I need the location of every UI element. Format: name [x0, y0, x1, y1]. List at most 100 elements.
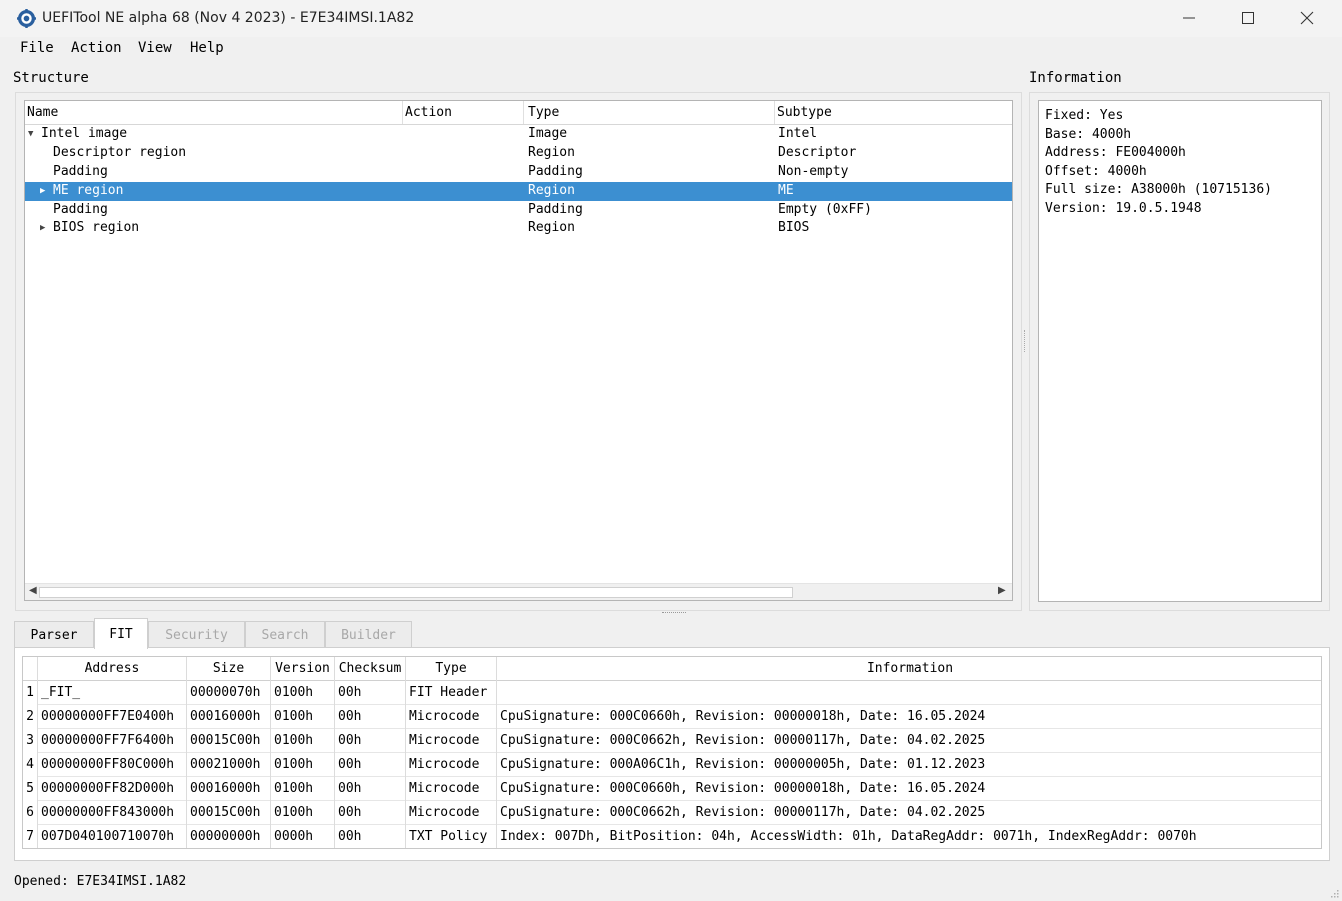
gear-icon	[17, 9, 36, 28]
cell-version: 0100h	[271, 801, 335, 825]
cell-address: 00000000FF82D000h	[38, 777, 187, 801]
tree-row-padding[interactable]: Padding Padding Empty (0xFF)	[25, 201, 1012, 220]
collapsed-arrow-icon[interactable]: ▶	[40, 219, 45, 237]
row-number: 1	[23, 681, 38, 705]
fit-table-header: Address Size Version Checksum Type Infor…	[23, 657, 1321, 681]
cell-address: 00000000FF7F6400h	[38, 729, 187, 753]
tree-row-descriptor-region[interactable]: Descriptor region Region Descriptor	[25, 144, 1012, 163]
cell-size: 00015C00h	[187, 729, 271, 753]
row-header-corner	[23, 657, 38, 681]
cell-information: CpuSignature: 000A06C1h, Revision: 00000…	[500, 757, 986, 772]
cell-size: 00021000h	[187, 753, 271, 777]
cell-information: CpuSignature: 000C0660h, Revision: 00000…	[500, 781, 986, 796]
tree-cell-subtype: ME	[778, 183, 794, 198]
cell-version: 0100h	[271, 705, 335, 729]
cell-type: Microcode	[406, 753, 497, 777]
tree-row-padding[interactable]: Padding Padding Non-empty	[25, 163, 1012, 182]
row-number: 6	[23, 801, 38, 825]
table-row[interactable]: 6 00000000FF843000h 00015C00h 0100h 00h …	[23, 801, 1321, 825]
cell-address: 00000000FF843000h	[38, 801, 187, 825]
tab-search[interactable]: Search	[245, 621, 325, 648]
column-size[interactable]: Size	[187, 657, 271, 681]
cell-checksum: 00h	[335, 753, 406, 777]
fit-table[interactable]: Address Size Version Checksum Type Infor…	[22, 656, 1322, 849]
structure-tree[interactable]: Name Action Type Subtype ▼ Intel image I…	[24, 100, 1013, 601]
tree-row-intel-image[interactable]: ▼ Intel image Image Intel	[25, 125, 1012, 144]
table-row[interactable]: 3 00000000FF7F6400h 00015C00h 0100h 00h …	[23, 729, 1321, 753]
row-number: 7	[23, 825, 38, 848]
menu-view[interactable]: View	[138, 40, 172, 56]
table-row[interactable]: 2 00000000FF7E0400h 00016000h 0100h 00h …	[23, 705, 1321, 729]
menu-action[interactable]: Action	[71, 40, 122, 56]
information-label: Information	[1029, 70, 1122, 86]
cell-size: 00016000h	[187, 705, 271, 729]
cell-information	[497, 681, 1321, 705]
tree-cell-subtype: BIOS	[778, 220, 810, 235]
cell-checksum: 00h	[335, 681, 406, 705]
menu-help[interactable]: Help	[190, 40, 224, 56]
tree-row-bios-region[interactable]: ▶ BIOS region Region BIOS	[25, 219, 1012, 238]
tab-parser[interactable]: Parser	[14, 621, 94, 648]
info-line: Fixed: Yes	[1045, 108, 1124, 123]
column-subtype[interactable]: Subtype	[775, 101, 1012, 124]
row-number: 5	[23, 777, 38, 801]
tab-security[interactable]: Security	[148, 621, 245, 648]
tree-row-me-region[interactable]: ▶ ME region Region ME	[25, 182, 1012, 201]
tree-cell-subtype: Empty (0xFF)	[778, 202, 872, 217]
column-checksum[interactable]: Checksum	[335, 657, 406, 681]
info-line: Address: FE004000h	[1045, 145, 1186, 161]
horizontal-scrollbar[interactable]: ◀ ▶	[25, 583, 1012, 600]
scrollbar-thumb[interactable]	[39, 587, 793, 598]
cell-checksum: 00h	[335, 825, 406, 848]
table-row[interactable]: 7 007D040100710070h 00000000h 0000h 00h …	[23, 825, 1321, 848]
resize-grip-icon[interactable]	[1329, 888, 1339, 898]
tree-cell-subtype: Descriptor	[778, 145, 857, 160]
cell-type: Microcode	[406, 705, 497, 729]
expanded-arrow-icon[interactable]: ▼	[28, 125, 33, 143]
menu-file[interactable]: File	[20, 40, 54, 56]
status-bar-text: Opened: E7E34IMSI.1A82	[14, 874, 187, 889]
scroll-left-icon[interactable]: ◀	[29, 585, 37, 596]
cell-version: 0100h	[271, 681, 335, 705]
column-type[interactable]: Type	[524, 101, 775, 124]
information-text[interactable]: Fixed: Yes Base: 4000h Address: FE004000…	[1038, 100, 1322, 602]
column-action[interactable]: Action	[403, 101, 524, 124]
close-icon	[1300, 11, 1314, 25]
table-row[interactable]: 5 00000000FF82D000h 00016000h 0100h 00h …	[23, 777, 1321, 801]
cell-size: 00015C00h	[187, 801, 271, 825]
tree-cell-name: ME region	[53, 183, 124, 198]
tree-cell-name: Padding	[53, 202, 108, 217]
structure-label: Structure	[13, 70, 89, 86]
cell-information: CpuSignature: 000C0662h, Revision: 00000…	[500, 805, 986, 820]
cell-information: CpuSignature: 000C0660h, Revision: 00000…	[500, 709, 986, 724]
cell-size: 00000070h	[187, 681, 271, 705]
tree-cell-subtype: Intel	[778, 126, 818, 141]
tree-cell-type: Region	[528, 183, 575, 198]
column-information[interactable]: Information	[497, 657, 1321, 681]
tree-cell-name: BIOS region	[53, 220, 140, 235]
horizontal-splitter[interactable]	[662, 612, 686, 616]
column-type[interactable]: Type	[406, 657, 497, 681]
collapsed-arrow-icon[interactable]: ▶	[40, 182, 45, 200]
tab-fit[interactable]: FIT	[94, 618, 148, 649]
tree-cell-type: Region	[528, 220, 575, 235]
close-button[interactable]	[1278, 0, 1336, 36]
row-number: 3	[23, 729, 38, 753]
cell-type: Microcode	[406, 729, 497, 753]
column-address[interactable]: Address	[38, 657, 187, 681]
row-number: 4	[23, 753, 38, 777]
cell-address: 007D040100710070h	[38, 825, 187, 848]
tree-cell-type: Image	[528, 126, 568, 141]
table-row[interactable]: 1 _FIT_ 00000070h 0100h 00h FIT Header	[23, 681, 1321, 705]
minimize-button[interactable]	[1160, 0, 1218, 36]
scroll-right-icon[interactable]: ▶	[998, 585, 1006, 596]
maximize-button[interactable]	[1219, 0, 1277, 36]
row-number: 2	[23, 705, 38, 729]
cell-size: 00000000h	[187, 825, 271, 848]
vertical-splitter[interactable]	[1024, 330, 1027, 352]
column-name[interactable]: Name	[25, 101, 403, 124]
tab-builder[interactable]: Builder	[325, 621, 412, 648]
cell-address: 00000000FF80C000h	[38, 753, 187, 777]
table-row[interactable]: 4 00000000FF80C000h 00021000h 0100h 00h …	[23, 753, 1321, 777]
column-version[interactable]: Version	[271, 657, 335, 681]
